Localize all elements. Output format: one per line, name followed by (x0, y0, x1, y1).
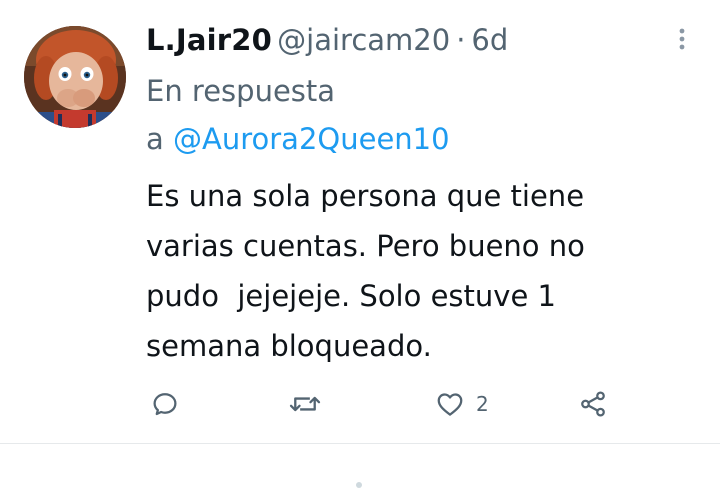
timestamp[interactable]: 6d (471, 23, 508, 57)
tweet[interactable]: L.Jair20 @jaircam20 · 6d En respuesta a @A… (0, 0, 720, 444)
like-button[interactable]: 2 (434, 384, 489, 424)
tweet-text-line: varias cuentas. Pero bueno no (146, 229, 585, 263)
more-vertical-icon[interactable] (668, 24, 696, 54)
separator-dot: · (456, 23, 466, 57)
reply-icon (153, 393, 177, 416)
author-handle[interactable]: @jaircam20 (277, 23, 450, 57)
chucky-doll-avatar (24, 26, 126, 128)
retweet-button[interactable] (288, 384, 332, 424)
avatar[interactable] (24, 26, 126, 128)
action-bar: 2 (146, 384, 646, 424)
share-icon (581, 391, 605, 417)
tweet-text-line: semana bloqueado. (146, 329, 432, 363)
reply-context: a @Aurora2Queen10 (146, 119, 450, 159)
author-name[interactable]: L.Jair20 (146, 23, 272, 57)
tweet-text-line: pudo jejejeje. Solo estuve 1 (146, 279, 556, 313)
retweet-icon (289, 396, 321, 412)
tweet-text: Es una sola persona que tiene varias cuen… (146, 171, 706, 371)
like-count: 2 (476, 392, 489, 416)
tweet-text-line: Es una sola persona que tiene (146, 179, 585, 213)
reply-context-prefix: En respuesta (146, 74, 336, 108)
reply-to-mention[interactable]: @Aurora2Queen10 (173, 122, 450, 156)
reply-button[interactable] (150, 384, 190, 424)
heart-icon (437, 393, 463, 416)
share-button[interactable] (578, 384, 618, 424)
loading-dot (356, 482, 362, 488)
divider (0, 443, 720, 444)
tweet-header: L.Jair20 @jaircam20 · 6d (146, 20, 508, 60)
reply-connector: a (146, 122, 164, 156)
